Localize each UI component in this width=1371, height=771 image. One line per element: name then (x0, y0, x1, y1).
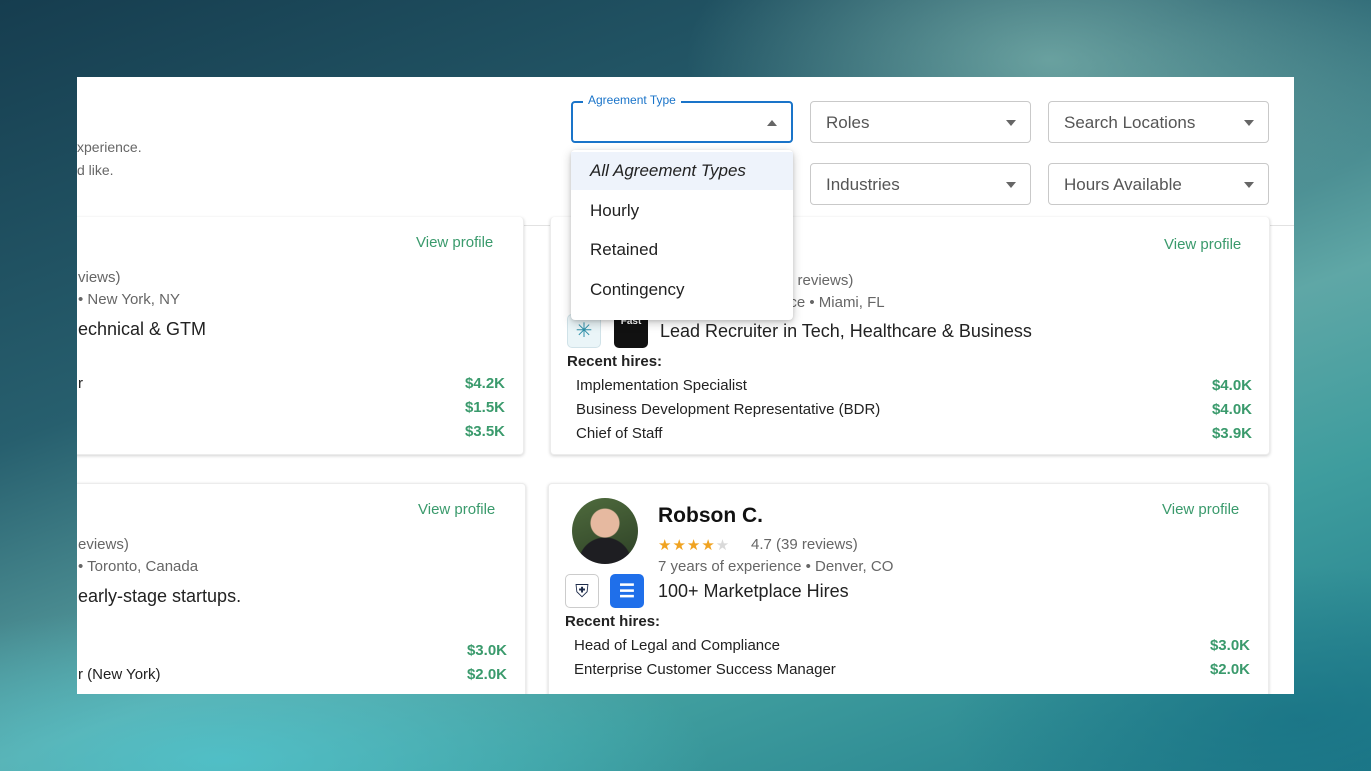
hire-price: $1.5K (464, 399, 505, 416)
roles-placeholder: Roles (826, 113, 870, 132)
hire-price: $4.2K (464, 375, 505, 392)
rating-reviews: eviews) (78, 536, 129, 553)
menu-option-retained[interactable]: Retained (571, 231, 793, 269)
caret-down-icon (1006, 182, 1016, 188)
company-logo-list-icon: ☰ (610, 574, 644, 608)
hire-price: $3.0K (466, 642, 507, 659)
hire-role: r (New York) (78, 666, 161, 683)
caret-up-icon (767, 120, 777, 126)
headline: Lead Recruiter in Tech, Healthcare & Bus… (660, 321, 1032, 341)
roles-select[interactable]: Roles (810, 101, 1031, 143)
hire-price: $2.0K (1209, 661, 1250, 678)
hire-role: Chief of Staff (576, 425, 663, 442)
intro-text-line-2: d like. (77, 162, 114, 178)
recent-hires-label: Recent hires: (565, 613, 661, 630)
view-profile-link[interactable]: View profile (1162, 501, 1239, 518)
recruiter-name[interactable]: Robson C. (658, 504, 763, 528)
search-locations-select[interactable]: Search Locations (1048, 101, 1269, 143)
view-profile-link[interactable]: View profile (418, 501, 495, 518)
agreement-type-menu: All Agreement Types Hourly Retained Cont… (571, 150, 793, 320)
caret-down-icon (1244, 182, 1254, 188)
main-panel: xperience. d like. Agreement Type Roles … (77, 77, 1294, 694)
agreement-type-label: Agreement Type (583, 93, 681, 107)
hire-price: $3.0K (1209, 637, 1250, 654)
hire-price: $3.9K (1211, 425, 1252, 442)
agreement-type-select[interactable]: Agreement Type (571, 93, 793, 143)
hours-available-placeholder: Hours Available (1064, 175, 1182, 194)
rating-reviews: 5 reviews) (785, 272, 854, 289)
hire-price: $4.0K (1211, 401, 1252, 418)
rating-reviews: 4.7 (39 reviews) (751, 536, 858, 553)
view-profile-link[interactable]: View profile (416, 234, 493, 251)
headline: echnical & GTM (78, 319, 207, 339)
star-rating-icon: ★★★★★ (658, 537, 731, 554)
headline: early-stage startups. (78, 586, 242, 606)
avatar[interactable] (572, 498, 638, 564)
menu-option-contingency[interactable]: Contingency (571, 271, 793, 309)
menu-option-all-agreement-types[interactable]: All Agreement Types (571, 152, 793, 190)
headline: 100+ Marketplace Hires (658, 581, 849, 601)
rating-reviews: views) (78, 269, 121, 286)
industries-placeholder: Industries (826, 175, 900, 194)
company-logo-shield-icon: ⛨ (565, 574, 599, 608)
hire-price: $4.0K (1211, 377, 1252, 394)
industries-select[interactable]: Industries (810, 163, 1031, 205)
experience-location: • New York, NY (78, 291, 180, 308)
recruiter-card: View profile eviews) • Toronto, Canada e… (77, 483, 526, 694)
hire-role: Implementation Specialist (576, 377, 747, 394)
search-locations-placeholder: Search Locations (1064, 113, 1196, 132)
hire-role: Business Development Representative (BDR… (576, 401, 881, 418)
experience-location: nce • Miami, FL (781, 294, 885, 311)
hire-price: $2.0K (466, 666, 507, 683)
hire-role: r (78, 375, 83, 392)
experience-location: • Toronto, Canada (78, 558, 199, 575)
hire-role: Enterprise Customer Success Manager (574, 661, 836, 678)
caret-down-icon (1244, 120, 1254, 126)
experience-location: 7 years of experience • Denver, CO (658, 558, 894, 575)
menu-option-hourly[interactable]: Hourly (571, 192, 793, 230)
caret-down-icon (1006, 120, 1016, 126)
recent-hires-label: Recent hires: (567, 353, 663, 370)
hours-available-select[interactable]: Hours Available (1048, 163, 1269, 205)
view-profile-link[interactable]: View profile (1164, 236, 1241, 253)
intro-text-line-1: xperience. (77, 139, 142, 155)
recruiter-card: View profile Robson C. ★★★★★ 4.7 (39 rev… (548, 483, 1269, 694)
hire-price: $3.5K (464, 423, 505, 440)
recruiter-card: View profile views) • New York, NY echni… (77, 217, 524, 455)
hire-role: Head of Legal and Compliance (574, 637, 780, 654)
